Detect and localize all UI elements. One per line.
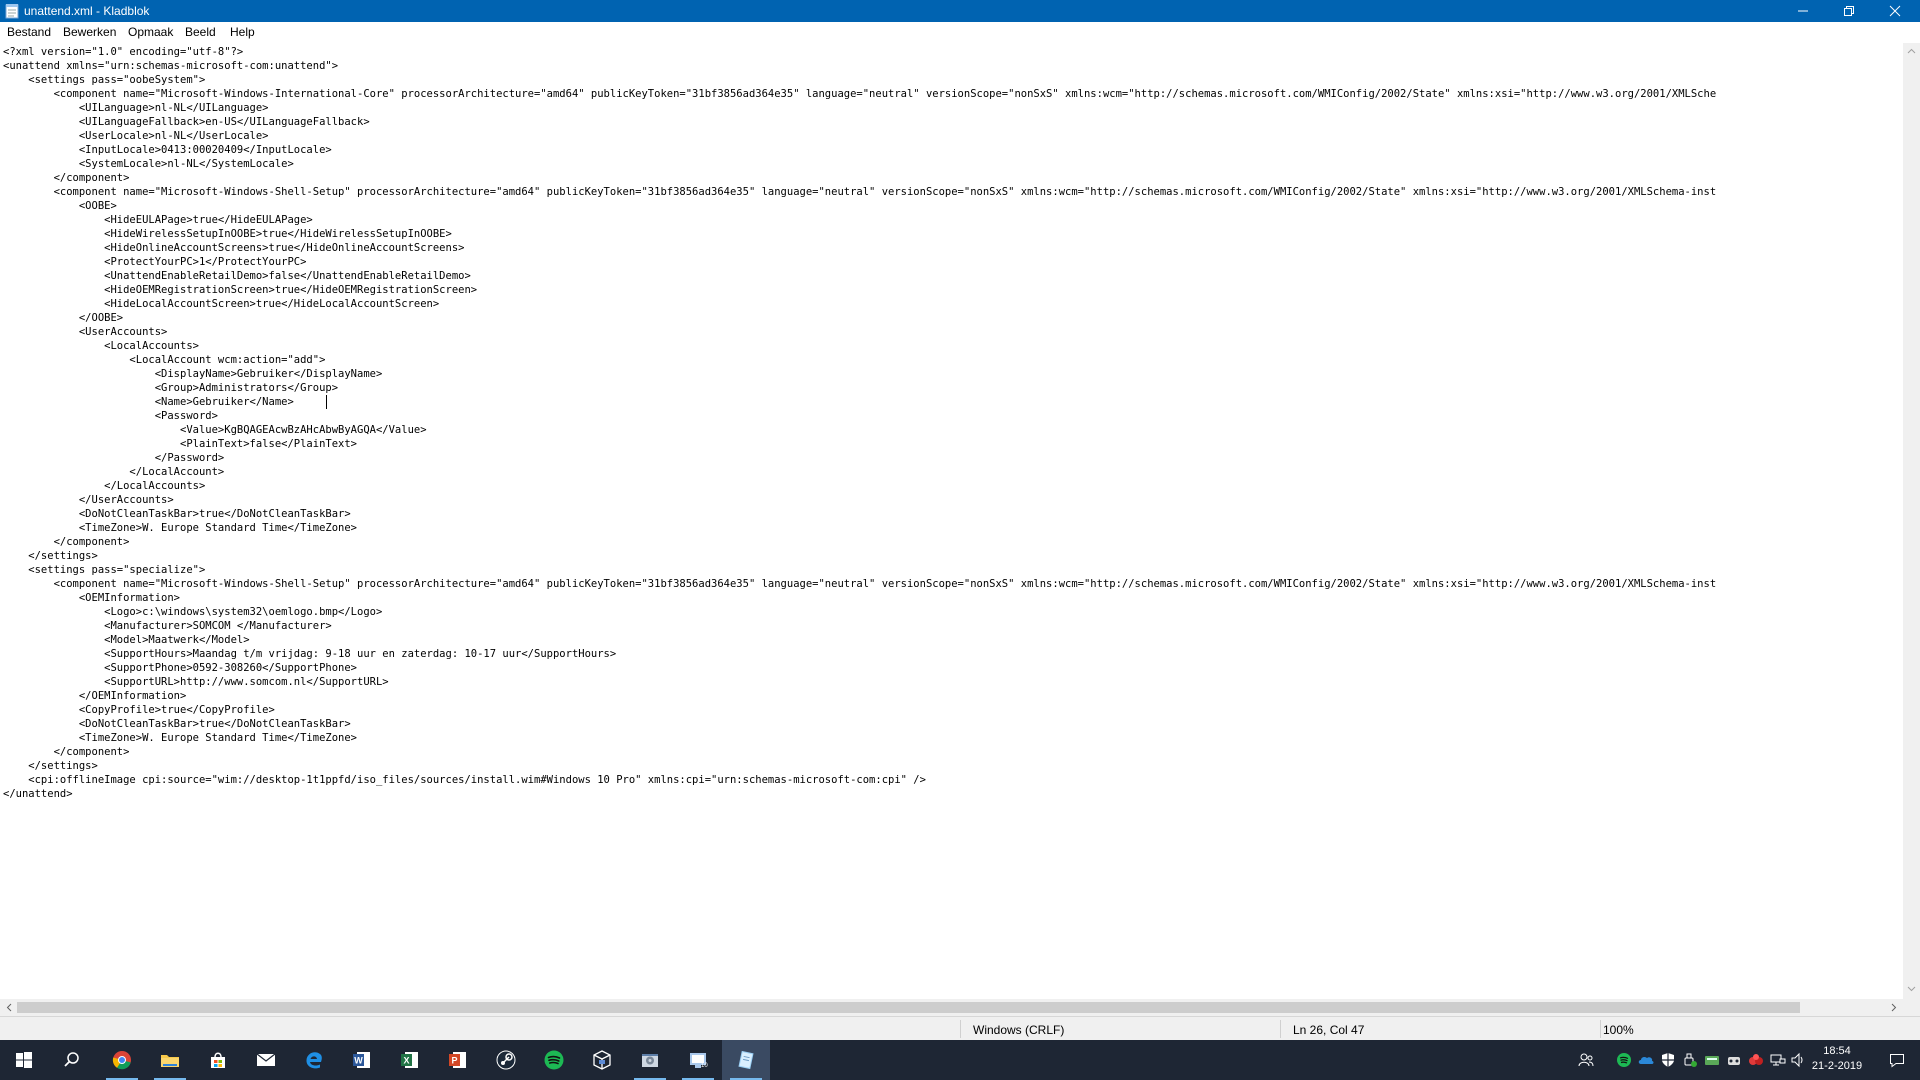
- taskbar-app-settings-tool[interactable]: [626, 1040, 674, 1080]
- menu-opmaak[interactable]: Opmaak: [128, 25, 173, 39]
- minimize-button[interactable]: [1780, 0, 1826, 22]
- edge-icon: [306, 1052, 322, 1069]
- text-caret: [326, 395, 327, 409]
- taskbar-app-powerpoint[interactable]: P: [434, 1040, 482, 1080]
- notepad-icon: [738, 1050, 754, 1070]
- virtualbox-icon: [593, 1050, 611, 1070]
- close-button[interactable]: [1872, 0, 1918, 22]
- menu-beeld[interactable]: Beeld: [185, 25, 216, 39]
- close-icon: [1889, 5, 1901, 17]
- usb-icon[interactable]: [1682, 1052, 1698, 1068]
- scroll-right-arrow-icon[interactable]: [1888, 1002, 1899, 1013]
- svg-text:P: P: [451, 1056, 457, 1066]
- restore-icon: [1844, 6, 1854, 16]
- search-icon: [64, 1052, 79, 1067]
- minimize-icon: [1798, 10, 1808, 12]
- start-button[interactable]: [0, 1040, 48, 1080]
- audio-device-icon[interactable]: [1726, 1052, 1742, 1068]
- status-separator: [1600, 1020, 1601, 1038]
- word-icon: W: [353, 1052, 370, 1068]
- steam-icon: [496, 1050, 516, 1070]
- chrome-icon: [112, 1051, 131, 1070]
- menu-bar: Bestand Bewerken Opmaak Beeld Help: [0, 22, 1920, 42]
- scroll-down-arrow-icon[interactable]: [1906, 983, 1917, 994]
- status-bar: Windows (CRLF) Ln 26, Col 47 100%: [0, 1016, 1920, 1040]
- status-separator: [960, 1020, 961, 1038]
- status-separator: [1280, 1020, 1281, 1038]
- clock-date: 21-2-2019: [1811, 1060, 1863, 1072]
- clock-time: 18:54: [1823, 1045, 1851, 1057]
- network-icon[interactable]: [1770, 1052, 1786, 1068]
- status-zoom: 100%: [1603, 1023, 1634, 1037]
- taskbar-app-spotify[interactable]: [530, 1040, 578, 1080]
- title-bar[interactable]: unattend.xml - Kladblok: [0, 0, 1920, 22]
- taskbar-app-steam[interactable]: [482, 1040, 530, 1080]
- spotify-tray-icon[interactable]: [1616, 1052, 1632, 1068]
- svg-text:W: W: [354, 1056, 363, 1066]
- text-editor[interactable]: <?xml version="1.0" encoding="utf-8"?> <…: [0, 43, 1903, 999]
- excel-icon: X: [401, 1052, 418, 1068]
- taskbar-app-excel[interactable]: X: [386, 1040, 434, 1080]
- taskbar-app-virtualbox[interactable]: [578, 1040, 626, 1080]
- status-cursor-position: Ln 26, Col 47: [1293, 1023, 1365, 1037]
- store-icon: [211, 1052, 225, 1068]
- mail-icon: [256, 1053, 276, 1066]
- search-button[interactable]: [48, 1040, 96, 1080]
- taskbar-app-mail[interactable]: [242, 1040, 290, 1080]
- horizontal-scrollbar[interactable]: [0, 999, 1903, 1016]
- defender-icon[interactable]: [1660, 1052, 1676, 1068]
- menu-bewerken[interactable]: Bewerken: [63, 25, 116, 39]
- status-line-ending: Windows (CRLF): [973, 1023, 1065, 1037]
- notepad-app-icon[interactable]: [5, 3, 19, 19]
- notification-icon: [1890, 1054, 1904, 1068]
- windows-logo-icon: [16, 1052, 32, 1068]
- taskbar: W X P 10 18:54 21-2-2019: [0, 1040, 1920, 1080]
- scroll-left-arrow-icon[interactable]: [4, 1002, 15, 1013]
- taskbar-app-system-tool[interactable]: 10: [674, 1040, 722, 1080]
- horizontal-scroll-thumb[interactable]: [17, 1002, 1800, 1013]
- taskbar-app-store[interactable]: [194, 1040, 242, 1080]
- taskbar-app-notepad[interactable]: [722, 1040, 770, 1080]
- taskbar-app-word[interactable]: W: [338, 1040, 386, 1080]
- editor-content[interactable]: <?xml version="1.0" encoding="utf-8"?> <…: [3, 45, 1716, 801]
- folder-icon: [161, 1055, 179, 1067]
- action-center-button[interactable]: [1874, 1040, 1920, 1080]
- taskbar-app-chrome[interactable]: [98, 1040, 146, 1080]
- powerpoint-icon: P: [449, 1052, 466, 1068]
- system-tool-icon: 10: [690, 1053, 708, 1069]
- red-app-icon[interactable]: [1748, 1052, 1764, 1068]
- scroll-up-arrow-icon[interactable]: [1906, 46, 1917, 57]
- onedrive-icon[interactable]: [1638, 1052, 1654, 1068]
- window-title: unattend.xml - Kladblok: [24, 4, 150, 18]
- svg-text:X: X: [403, 1056, 409, 1066]
- svg-text:10: 10: [701, 1063, 708, 1069]
- spotify-icon: [544, 1050, 564, 1070]
- menu-help[interactable]: Help: [230, 25, 255, 39]
- taskbar-app-edge[interactable]: [290, 1040, 338, 1080]
- network-activity-icon[interactable]: [1704, 1052, 1720, 1068]
- clock[interactable]: 18:54 21-2-2019: [1804, 1044, 1870, 1074]
- vertical-scrollbar[interactable]: [1903, 43, 1920, 999]
- restore-button[interactable]: [1826, 0, 1872, 22]
- scrollbar-corner: [1903, 999, 1920, 1016]
- menu-bestand[interactable]: Bestand: [7, 25, 51, 39]
- taskbar-app-explorer[interactable]: [146, 1040, 194, 1080]
- settings-tool-icon: [642, 1054, 658, 1067]
- people-icon[interactable]: [1578, 1052, 1594, 1068]
